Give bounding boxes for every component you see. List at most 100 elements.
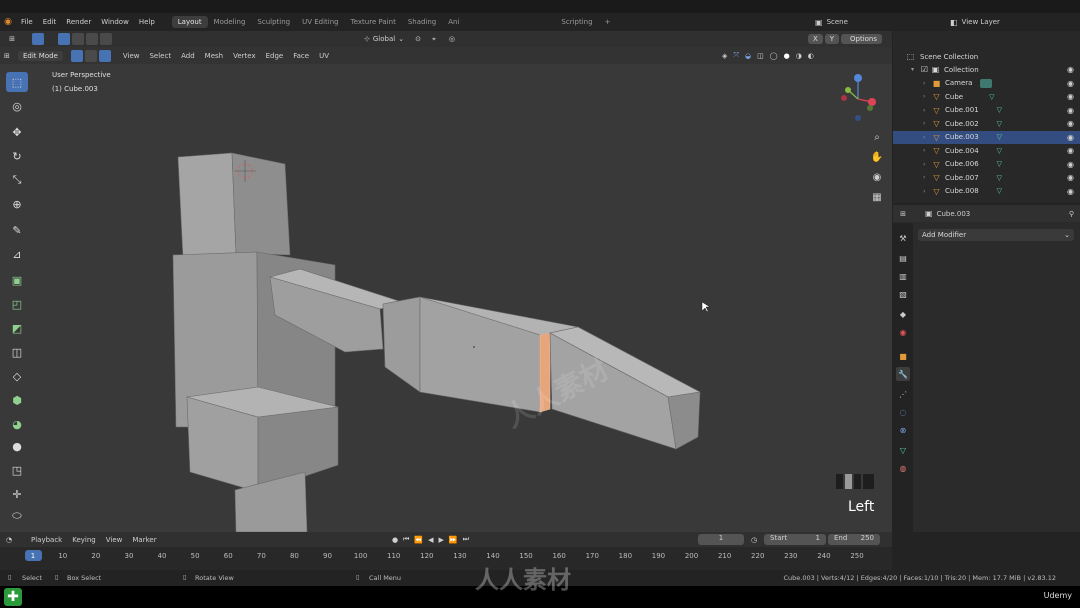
- visibility-eye-icon[interactable]: ◉: [1067, 106, 1074, 115]
- annotate-tool-icon[interactable]: ✎: [6, 220, 28, 240]
- timeline-menu-playback[interactable]: Playback: [26, 536, 67, 544]
- expand-arrow-icon[interactable]: ›: [923, 147, 931, 154]
- object-tab-icon[interactable]: ■: [896, 349, 910, 363]
- timeline-menu-keying[interactable]: Keying: [67, 536, 101, 544]
- outliner-row[interactable]: › ▽ Cube.006 ▽ ◉: [893, 158, 1080, 172]
- cursor-tool-icon[interactable]: ◎: [6, 96, 28, 116]
- expand-arrow-icon[interactable]: ›: [923, 107, 931, 114]
- expand-arrow-icon[interactable]: ›: [923, 188, 931, 195]
- shrink-tool-icon[interactable]: ✛: [6, 484, 28, 504]
- checkbox-icon[interactable]: ☑: [919, 65, 930, 74]
- select-tool-icon[interactable]: ⬚: [6, 72, 28, 92]
- outliner-row[interactable]: › ▽ Cube.001 ▽ ◉: [893, 104, 1080, 118]
- visibility-eye-icon[interactable]: ◉: [1067, 146, 1074, 155]
- tab-shading[interactable]: Shading: [402, 16, 442, 28]
- tab-animation[interactable]: Ani: [442, 16, 465, 28]
- play-reverse-icon[interactable]: ◀: [428, 536, 433, 544]
- outliner-scene-collection[interactable]: ⬚ Scene Collection: [893, 50, 1080, 64]
- outliner-row[interactable]: › ▽ Cube ▽ ◉: [893, 90, 1080, 104]
- camera-view-icon[interactable]: ◉: [868, 168, 886, 186]
- mirror-x[interactable]: X: [808, 34, 823, 44]
- expand-arrow-icon[interactable]: ▾: [911, 66, 919, 73]
- outliner-row[interactable]: › ▽ Cube.007 ▽ ◉: [893, 171, 1080, 185]
- expand-arrow-icon[interactable]: ›: [923, 174, 931, 181]
- loop-cut-tool-icon[interactable]: ◫: [6, 342, 28, 362]
- data-tab-icon[interactable]: ▽: [896, 443, 910, 457]
- preview-range-icon[interactable]: ◷: [751, 536, 757, 544]
- mode-new-icon[interactable]: [58, 33, 70, 45]
- edge-slide-tool-icon[interactable]: ◳: [6, 460, 28, 480]
- move-tool-icon[interactable]: ✥: [6, 122, 28, 142]
- knife-tool-icon[interactable]: ◇: [6, 366, 28, 386]
- menu-file[interactable]: File: [16, 18, 38, 26]
- scene-name[interactable]: Scene: [827, 18, 848, 26]
- outliner-row[interactable]: › ▽ Cube.002 ▽ ◉: [893, 117, 1080, 131]
- visibility-eye-icon[interactable]: ◉: [1067, 173, 1074, 182]
- visibility-eye-icon[interactable]: ◉: [1067, 79, 1074, 88]
- current-frame-field[interactable]: 1: [698, 534, 744, 545]
- world-tab-icon[interactable]: ◉: [896, 325, 910, 339]
- inset-tool-icon[interactable]: ◰: [6, 294, 28, 314]
- outliner-row[interactable]: › ▽ Cube.008 ▽ ◉: [893, 185, 1080, 199]
- scene-icon[interactable]: ▣: [815, 18, 823, 27]
- editor-type-icon[interactable]: ⊞: [0, 35, 24, 43]
- pivot-icon[interactable]: ⊙: [415, 35, 421, 43]
- mode-subtract-icon[interactable]: [86, 33, 98, 45]
- next-keyframe-icon[interactable]: ⏩: [449, 536, 458, 544]
- scale-tool-icon[interactable]: ⤡: [6, 170, 28, 190]
- visibility-eye-icon[interactable]: ◉: [1067, 187, 1074, 196]
- add-modifier-dropdown[interactable]: Add Modifier ⌄: [918, 229, 1074, 241]
- expand-arrow-icon[interactable]: ›: [923, 161, 931, 168]
- outliner-row[interactable]: › ■ Camera ◉: [893, 77, 1080, 91]
- poly-build-tool-icon[interactable]: ⬢: [6, 390, 28, 410]
- expand-arrow-icon[interactable]: ›: [923, 120, 931, 127]
- scene-tab-icon[interactable]: ◆: [896, 307, 910, 321]
- smooth-tool-icon[interactable]: ●: [6, 436, 28, 456]
- visibility-eye-icon[interactable]: ◉: [1067, 65, 1074, 74]
- tab-layout[interactable]: Layout: [171, 16, 208, 28]
- expand-arrow-icon[interactable]: ›: [923, 93, 931, 100]
- constraints-tab-icon[interactable]: ⊗: [896, 423, 910, 437]
- outliner-row[interactable]: ▾ ☑ ▣ Collection ◉: [893, 63, 1080, 77]
- pin-icon[interactable]: ⚲: [1069, 210, 1074, 218]
- record-icon[interactable]: ●: [392, 536, 398, 544]
- outliner-row-selected[interactable]: › ▽ Cube.003 ▽ ◉: [893, 130, 1080, 144]
- menu-help[interactable]: Help: [134, 18, 160, 26]
- tab-sculpting[interactable]: Sculpting: [251, 16, 296, 28]
- orientation-icon[interactable]: ⊹: [364, 35, 370, 43]
- 3d-viewport[interactable]: ⊞ Edit Mode View Select Add Mesh Vertex …: [0, 47, 892, 532]
- mirror-y[interactable]: Y: [824, 34, 840, 44]
- view-layer-name[interactable]: View Layer: [962, 18, 1000, 26]
- proportional-edit-icon[interactable]: ◎: [449, 35, 455, 43]
- menu-render[interactable]: Render: [61, 18, 96, 26]
- visibility-eye-icon[interactable]: ◉: [1067, 119, 1074, 128]
- jump-end-icon[interactable]: ⏭: [463, 535, 469, 544]
- output-tab-icon[interactable]: ▥: [896, 269, 910, 283]
- end-frame-field[interactable]: End 250: [828, 534, 880, 545]
- menu-window[interactable]: Window: [96, 18, 134, 26]
- tab-uv-editing[interactable]: UV Editing: [296, 16, 345, 28]
- view-layer-tab-icon[interactable]: ▧: [896, 287, 910, 301]
- mode-invert-icon[interactable]: [100, 33, 112, 45]
- pan-hand-icon[interactable]: ✋: [868, 148, 886, 166]
- timeline-menu-marker[interactable]: Marker: [127, 536, 161, 544]
- shear-tool-icon[interactable]: ⬭: [6, 506, 28, 526]
- start-frame-field[interactable]: Start 1: [764, 534, 826, 545]
- mesh-model[interactable]: [0, 47, 892, 532]
- tab-modeling[interactable]: Modeling: [208, 16, 252, 28]
- blender-logo-icon[interactable]: ◉: [0, 17, 16, 27]
- ortho-grid-icon[interactable]: ▦: [868, 188, 886, 206]
- outliner-row[interactable]: › ▽ Cube.004 ▽ ◉: [893, 144, 1080, 158]
- expand-arrow-icon[interactable]: ›: [923, 80, 931, 87]
- add-workspace-icon[interactable]: +: [599, 16, 617, 28]
- timeline-menu-view[interactable]: View: [101, 536, 128, 544]
- select-box-tool-icon[interactable]: [32, 33, 44, 45]
- options-dropdown[interactable]: Options: [845, 34, 883, 44]
- expand-arrow-icon[interactable]: ›: [923, 134, 931, 141]
- tool-tab-icon[interactable]: ⚒: [896, 231, 910, 245]
- measure-tool-icon[interactable]: ⊿: [6, 244, 28, 264]
- rotate-tool-icon[interactable]: ↻: [6, 146, 28, 166]
- modifier-tab-icon[interactable]: 🔧: [896, 367, 910, 381]
- view-layer-icon[interactable]: ◧: [950, 18, 958, 27]
- render-tab-icon[interactable]: ▤: [896, 251, 910, 265]
